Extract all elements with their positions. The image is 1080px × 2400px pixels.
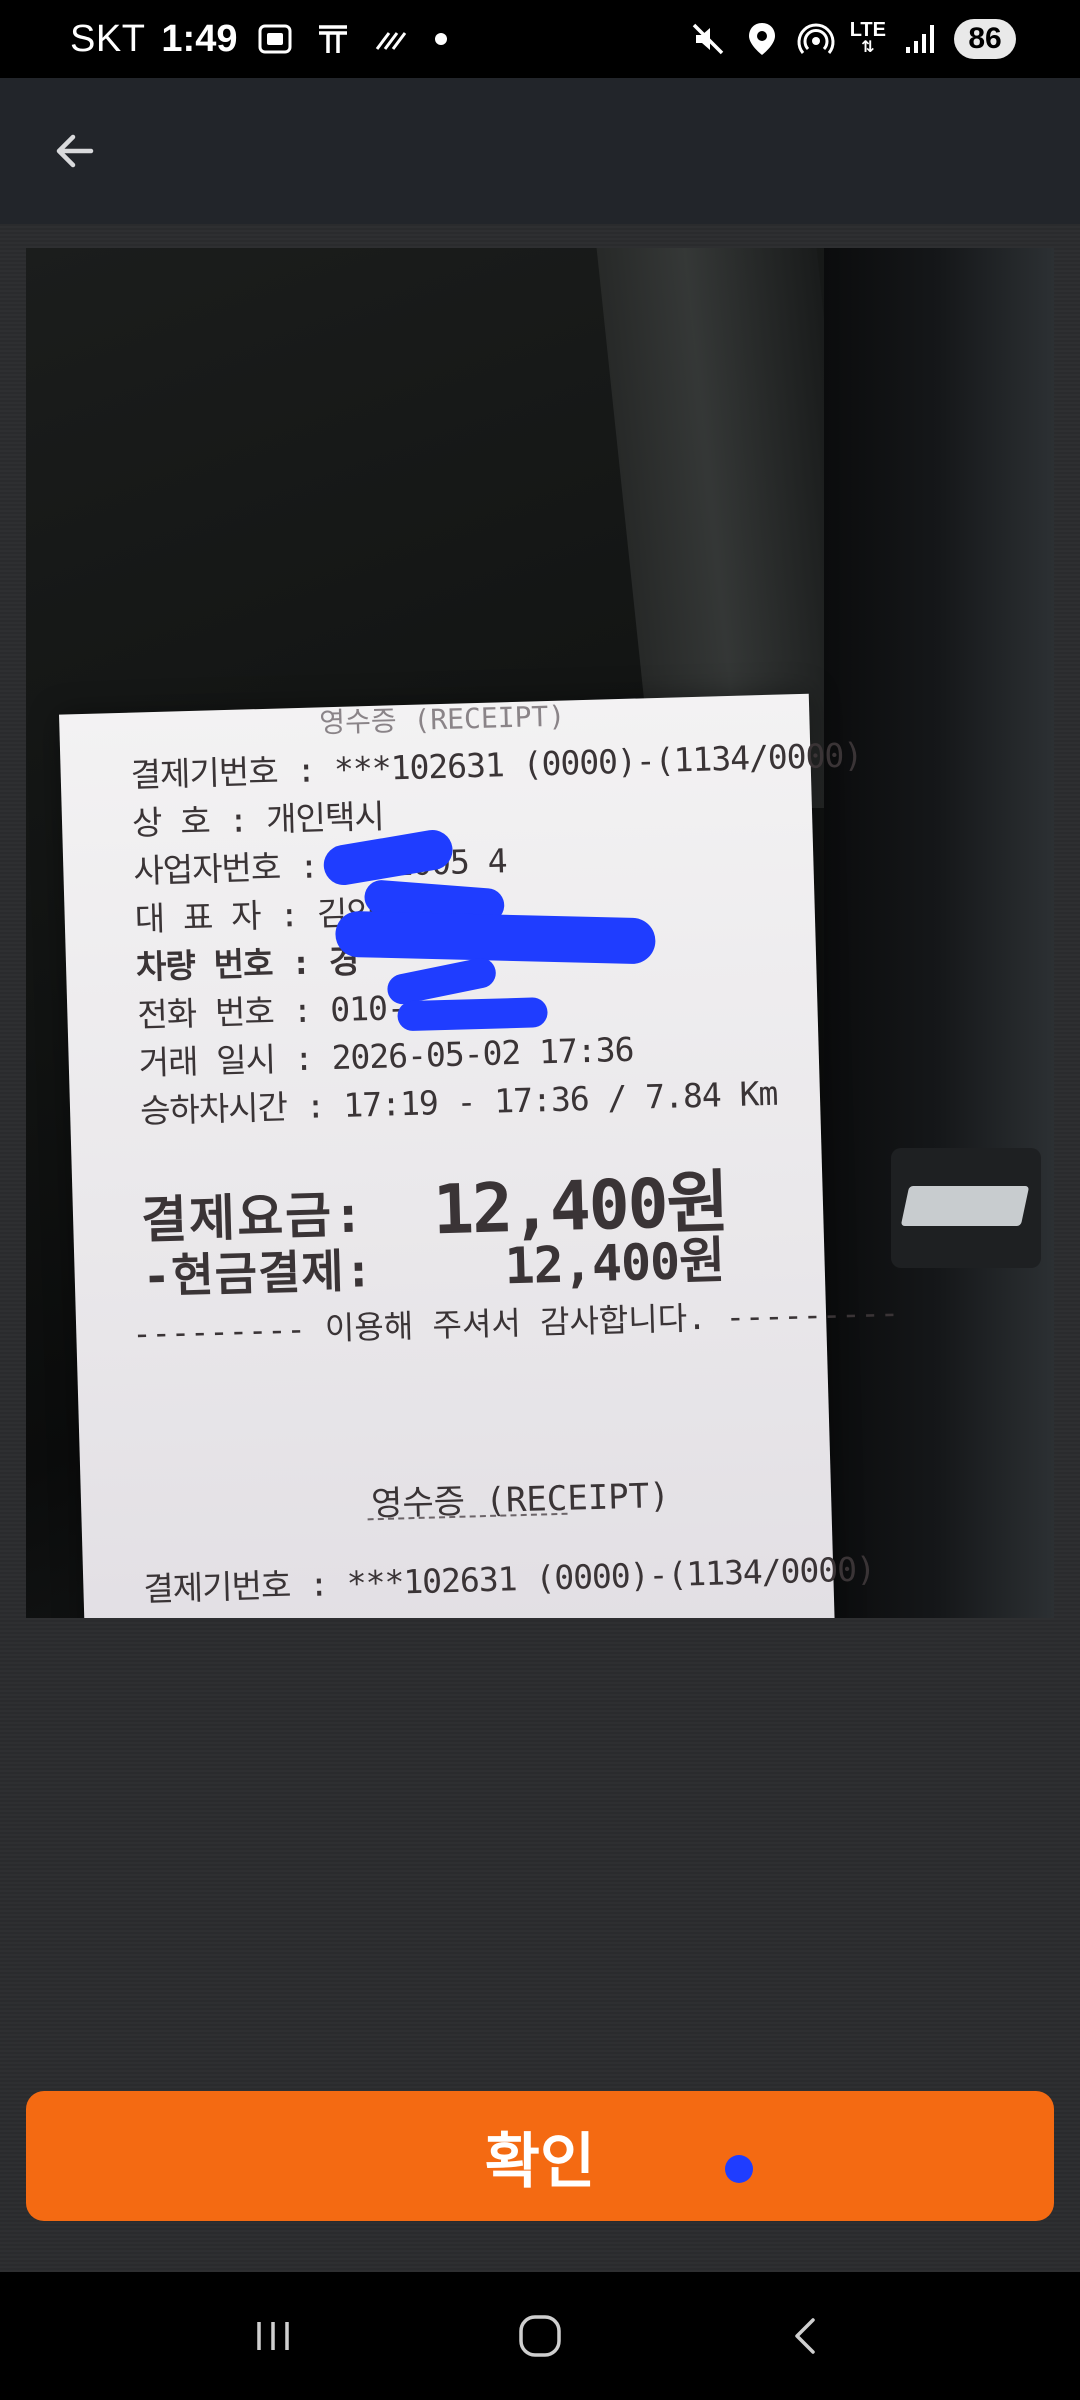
mute-icon <box>692 23 723 55</box>
back-nav-icon <box>794 2318 815 2354</box>
data-saver-icon <box>376 32 407 50</box>
fabric-shadow <box>824 248 1054 1618</box>
cash-amount: 12,400원 <box>503 1231 725 1296</box>
confirm-button[interactable]: 확인 <box>26 2091 1054 2221</box>
home-icon <box>519 2315 561 2357</box>
recent-apps-button[interactable] <box>228 2291 318 2381</box>
home-button[interactable] <box>495 2291 585 2381</box>
status-bar: SKT 1:49 LTE ⇅ 86 <box>0 0 1080 78</box>
dot-icon <box>435 33 448 45</box>
touch-indicator <box>725 2155 753 2183</box>
receipt-row: 전화 번호 : 010-6 <box>136 987 426 1035</box>
back-nav-button[interactable] <box>762 2291 852 2381</box>
receipt-row: 상 호 : 개인택시 <box>131 796 385 843</box>
system-nav-bar <box>0 2272 1080 2400</box>
t-app-icon <box>319 25 348 53</box>
lte-arrows-icon: ⇅ <box>861 39 875 56</box>
arrow-left-icon <box>56 134 94 168</box>
signal-icon <box>906 25 934 53</box>
status-right: LTE ⇅ 86 <box>688 19 1016 59</box>
recent-apps-icon <box>257 2322 290 2350</box>
receipt-photo: 영수증 (RECEIPT) 결제기번호 : ***102631 (0000)-(… <box>26 248 1054 1618</box>
hotspot-icon <box>797 23 835 54</box>
redaction-mark <box>334 910 656 965</box>
clothing-tag <box>891 1148 1041 1268</box>
cash-label: -현금결제: <box>141 1243 375 1304</box>
lte-indicator: LTE ⇅ <box>849 19 886 57</box>
receipt-top-partial: 영수증 (RECEIPT) <box>318 699 566 740</box>
screenshot-icon <box>258 24 292 54</box>
back-button[interactable] <box>44 120 106 182</box>
receipt-bottom-row: 결제기번호 : ***102631 (0000)-(1134/0000) <box>142 1549 876 1609</box>
clothing-tag-label <box>900 1186 1030 1226</box>
battery-indicator: 86 <box>954 19 1016 59</box>
location-icon <box>748 23 775 55</box>
receipt-paper: 영수증 (RECEIPT) 결제기번호 : ***102631 (0000)-(… <box>59 693 900 1618</box>
confirm-button-label: 확인 <box>484 2127 596 2195</box>
redaction-mark <box>397 997 548 1032</box>
status-left: SKT 1:49 <box>70 17 448 61</box>
lte-label: LTE <box>849 19 886 41</box>
carrier-label: SKT <box>70 17 146 60</box>
receipt-row: 차량 번호 : 경 <box>135 941 359 987</box>
app-bar <box>0 78 1080 224</box>
clock: 1:49 <box>161 17 238 60</box>
receipt-row: 결제기번호 : ***102631 (0000)-(1134/0000) <box>130 735 863 795</box>
